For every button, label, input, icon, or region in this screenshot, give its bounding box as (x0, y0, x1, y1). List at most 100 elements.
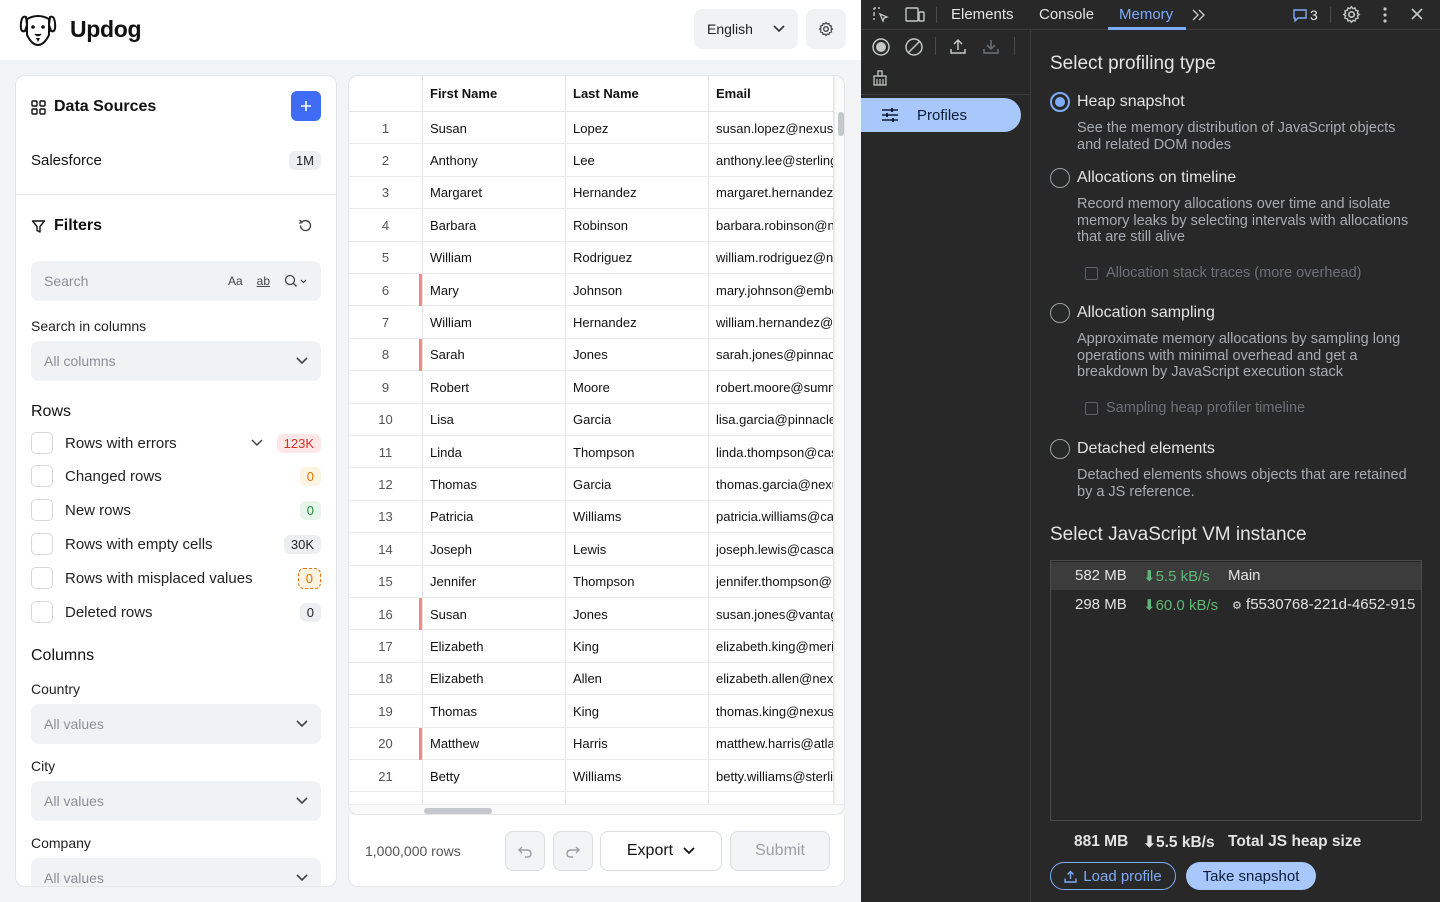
cell-first-name[interactable]: William (430, 306, 565, 338)
column-header-last-name[interactable]: Last Name (565, 76, 708, 112)
checkbox[interactable] (1085, 266, 1098, 280)
cell-first-name[interactable]: Anthony (430, 144, 565, 176)
row-filter-deleted[interactable]: Deleted rows 0 (31, 600, 321, 624)
cell-email[interactable]: joseph.lewis@casca (716, 533, 833, 565)
cell-last-name[interactable]: Jones (573, 339, 708, 371)
cell-last-name[interactable]: Lewis (573, 533, 708, 565)
cell-last-name[interactable]: Moore (573, 371, 708, 403)
cell-email[interactable]: anthony.lee@sterling (716, 144, 833, 176)
table-row[interactable]: 17 Elizabeth King elizabeth.king@meri (349, 630, 834, 663)
export-button[interactable]: Export (600, 831, 722, 871)
vm-instance-row[interactable]: 582 MB ⬇5.5 kB/s Main (1051, 562, 1421, 590)
row-filter-misplaced[interactable]: Rows with misplaced values 0 (31, 566, 321, 590)
cell-last-name[interactable]: Jones (573, 598, 708, 630)
cell-first-name[interactable]: Linda (430, 436, 565, 468)
radio-detached-elements[interactable] (1050, 439, 1070, 459)
issues-counter[interactable]: 3 (1293, 7, 1318, 23)
cell-first-name[interactable]: Mary (430, 274, 565, 306)
cell-first-name[interactable]: Matthew (430, 728, 565, 760)
column-header-first-name[interactable]: First Name (422, 76, 565, 112)
vm-instance-row[interactable]: 298 MB ⬇60.0 kB/s ⚙ f5530768-221d-4652-9… (1051, 591, 1421, 619)
scrollbar-thumb[interactable] (424, 808, 492, 814)
cell-first-name[interactable]: Betty (430, 760, 565, 792)
device-toolbar-icon[interactable] (905, 6, 925, 24)
checkbox[interactable] (31, 465, 53, 487)
cell-email[interactable]: jennifer.thompson@ (716, 566, 833, 598)
reset-filters-icon[interactable] (297, 217, 314, 234)
heap-snapshot-title[interactable]: Heap snapshot (1077, 93, 1185, 111)
checkbox[interactable] (31, 499, 53, 521)
cell-email[interactable]: mary.johnson@embe (716, 274, 833, 306)
cell-first-name[interactable]: Susan (430, 598, 565, 630)
checkbox[interactable] (31, 533, 53, 555)
cell-email[interactable]: barbara.robinson@n (716, 209, 833, 241)
cell-last-name[interactable]: Williams (573, 501, 708, 533)
cell-email[interactable]: susan.lopez@nexust (716, 112, 833, 144)
cell-email[interactable]: matthew.harris@atla (716, 728, 833, 760)
table-row[interactable]: 5 William Rodriguez william.rodriguez@n (349, 242, 834, 274)
cell-last-name[interactable]: Rodriguez (573, 242, 708, 274)
add-data-source-button[interactable] (291, 91, 321, 121)
country-select[interactable]: All values (31, 704, 321, 744)
cell-email[interactable]: thomas.king@nexus (716, 695, 833, 727)
cell-email[interactable]: elizabeth.king@meri (716, 630, 833, 662)
cell-first-name[interactable]: Margaret (430, 177, 565, 209)
cell-last-name[interactable]: Harris (573, 728, 708, 760)
radio-allocations-timeline[interactable] (1050, 168, 1070, 188)
cell-email[interactable]: linda.thompson@cas (716, 436, 833, 468)
cell-last-name[interactable]: Allen (573, 663, 708, 695)
cell-last-name[interactable]: King (573, 630, 708, 662)
cell-first-name[interactable]: Thomas (430, 695, 565, 727)
table-row[interactable]: 8 Sarah Jones sarah.jones@pinnac (349, 338, 834, 372)
table-row[interactable]: 6 Mary Johnson mary.johnson@embe (349, 274, 834, 307)
redo-button[interactable] (553, 831, 593, 871)
garbage-collect-icon[interactable] (871, 69, 889, 87)
upload-icon[interactable] (949, 37, 967, 55)
allocation-stack-traces-option[interactable]: Allocation stack traces (more overhead) (1085, 265, 1361, 281)
cell-email[interactable]: robert.moore@sumn (716, 371, 833, 403)
cell-first-name[interactable]: Sarah (430, 339, 565, 371)
table-row[interactable]: 16 Susan Jones susan.jones@vantag (349, 598, 834, 631)
row-filter-changed[interactable]: Changed rows 0 (31, 464, 321, 488)
cell-first-name[interactable]: Elizabeth (430, 630, 565, 662)
table-row[interactable]: 10 Lisa Garcia lisa.garcia@pinnacle (349, 404, 834, 436)
cell-email[interactable]: sarah.jones@pinnac (716, 339, 833, 371)
cell-last-name[interactable]: Hernandez (573, 306, 708, 338)
cell-last-name[interactable]: Lopez (573, 112, 708, 144)
column-header-email[interactable]: Email (708, 76, 834, 112)
search-options-icon[interactable] (284, 274, 308, 288)
close-icon[interactable] (1410, 7, 1424, 21)
cell-first-name[interactable]: Elizabeth (430, 663, 565, 695)
sidebar-item-profiles[interactable]: Profiles (861, 98, 1021, 132)
table-row[interactable]: 1 Susan Lopez susan.lopez@nexust (349, 112, 834, 145)
cell-first-name[interactable]: Thomas (430, 468, 565, 500)
cell-first-name[interactable]: Susan (430, 112, 565, 144)
table-row[interactable]: 12 Thomas Garcia thomas.garcia@nexu (349, 468, 834, 501)
cell-last-name[interactable]: Garcia (573, 404, 708, 436)
search-columns-select[interactable]: All columns (31, 341, 321, 381)
cell-first-name[interactable]: William (430, 242, 565, 274)
radio-heap-snapshot[interactable] (1050, 92, 1070, 112)
search-input[interactable]: Search Aa ab (31, 261, 321, 301)
city-select[interactable]: All values (31, 781, 321, 821)
cell-last-name[interactable]: Thompson (573, 566, 708, 598)
cell-email[interactable]: betty.williams@sterli (716, 760, 833, 792)
tab-memory[interactable]: Memory (1119, 6, 1173, 23)
cell-last-name[interactable]: Hernandez (573, 177, 708, 209)
tab-elements[interactable]: Elements (951, 6, 1014, 23)
cell-last-name[interactable]: King (573, 695, 708, 727)
cell-last-name[interactable]: Thompson (573, 436, 708, 468)
cell-email[interactable]: margaret.hernandez (716, 177, 833, 209)
allocation-sampling-title[interactable]: Allocation sampling (1077, 304, 1215, 322)
download-icon[interactable] (982, 37, 1000, 55)
language-select[interactable]: English (694, 9, 798, 49)
tab-console[interactable]: Console (1039, 6, 1094, 23)
allocations-timeline-title[interactable]: Allocations on timeline (1077, 169, 1236, 187)
table-row[interactable]: 11 Linda Thompson linda.thompson@cas (349, 436, 834, 469)
table-row[interactable]: 15 Jennifer Thompson jennifer.thompson@ (349, 566, 834, 598)
cell-email[interactable]: william.hernandez@ (716, 306, 833, 338)
submit-button[interactable]: Submit (730, 831, 830, 871)
cell-last-name[interactable]: Johnson (573, 274, 708, 306)
row-filter-new[interactable]: New rows 0 (31, 498, 321, 522)
cell-email[interactable]: lisa.garcia@pinnacle (716, 404, 833, 436)
